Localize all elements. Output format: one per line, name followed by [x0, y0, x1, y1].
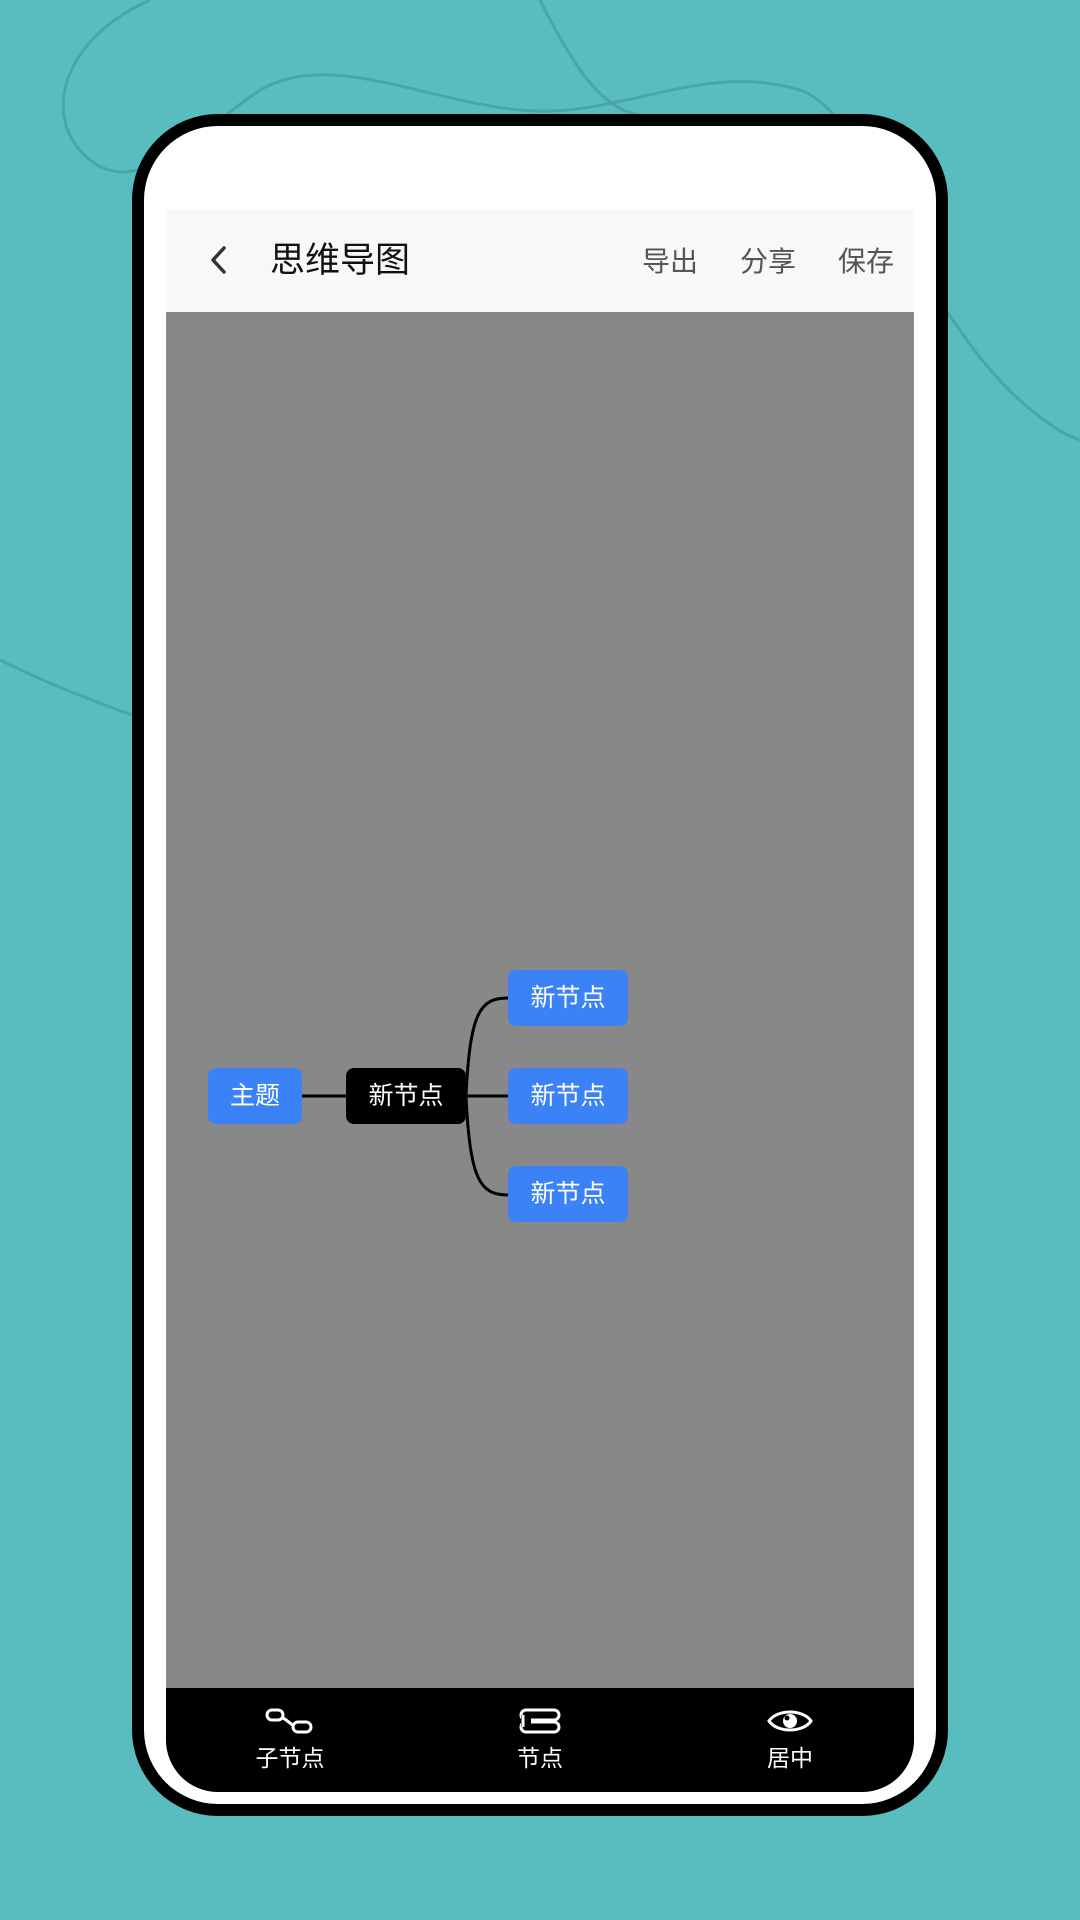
selected-node[interactable]: 新节点	[346, 1068, 466, 1124]
mindmap-canvas[interactable]: 主题 新节点 新节点 新节点 新节点	[166, 312, 914, 1688]
tab-label: 子节点	[255, 1746, 325, 1772]
share-button[interactable]: 分享	[740, 240, 796, 284]
phone-screen: 思维导图 导出 分享 保存 主题 新节点 新节点 新节点 新节点 子节点 节点 …	[144, 126, 936, 1804]
root-node[interactable]: 主题	[208, 1068, 302, 1124]
app-screen: 思维导图 导出 分享 保存 主题 新节点 新节点 新节点 新节点 子节点 节点 …	[166, 210, 914, 1792]
chevron-left-icon	[211, 246, 226, 274]
tab-label: 居中	[767, 1746, 813, 1772]
back-button[interactable]	[200, 240, 240, 280]
add-sibling-node-button[interactable]: 节点	[460, 1688, 620, 1792]
page-title: 思维导图	[270, 241, 411, 281]
add-child-node-button[interactable]: 子节点	[210, 1688, 370, 1792]
center-view-button[interactable]: 居中	[710, 1688, 870, 1792]
sibling-node-icon	[519, 1708, 561, 1734]
top-bar: 思维导图 导出 分享 保存	[166, 210, 914, 312]
tab-label: 节点	[517, 1746, 563, 1772]
bottom-toolbar: 子节点 节点 居中	[166, 1688, 914, 1792]
child-node-2[interactable]: 新节点	[508, 1068, 628, 1124]
header-actions: 导出 分享 保存	[642, 240, 894, 284]
export-button[interactable]: 导出	[642, 240, 698, 284]
phone-frame: 思维导图 导出 分享 保存 主题 新节点 新节点 新节点 新节点 子节点 节点 …	[132, 114, 948, 1816]
eye-icon	[767, 1710, 813, 1732]
child-node-1[interactable]: 新节点	[508, 970, 628, 1026]
child-node-3[interactable]: 新节点	[508, 1166, 628, 1222]
child-node-icon	[265, 1708, 313, 1734]
save-button[interactable]: 保存	[838, 240, 894, 284]
